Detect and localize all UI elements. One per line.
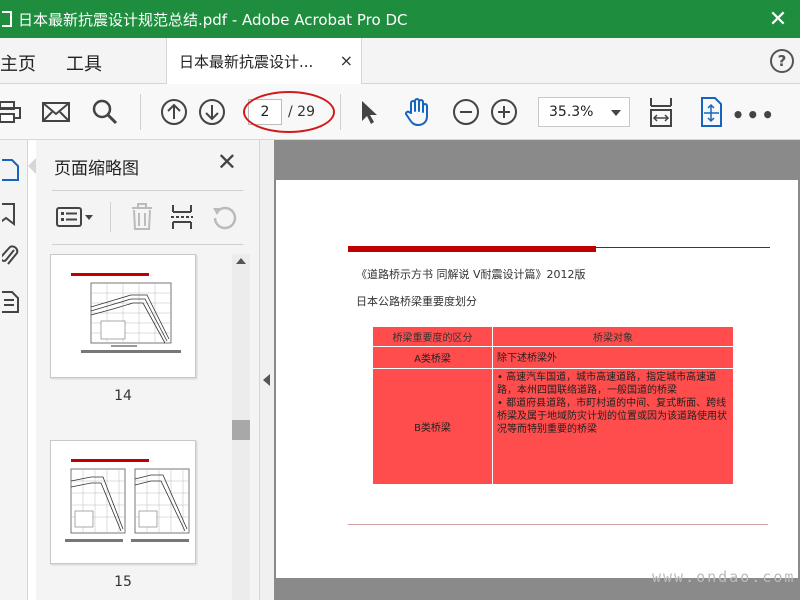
table-header-cell: 桥梁对象 <box>492 326 734 347</box>
zoom-in-icon[interactable] <box>488 96 520 128</box>
header-rule-thin <box>596 247 770 248</box>
toolbar-separator <box>140 94 141 130</box>
fit-screen-icon[interactable] <box>696 96 726 128</box>
tab-tools[interactable]: 工具 <box>66 50 102 76</box>
header-rule <box>348 246 596 252</box>
scroll-up-icon[interactable] <box>236 258 246 264</box>
page-thumbnail[interactable] <box>50 254 196 378</box>
thumbnail-scrollbar[interactable] <box>232 254 250 600</box>
divider <box>52 190 243 191</box>
window-title: 日本最新抗震设计规范总结.pdf - Adobe Acrobat Pro DC <box>18 10 408 29</box>
table-cell: A类桥梁 <box>372 346 493 369</box>
collapse-arrow-icon <box>263 374 270 386</box>
page-down-icon[interactable] <box>196 96 228 128</box>
page-navigator: / 29 <box>248 98 330 126</box>
toolbar-separator <box>110 202 111 232</box>
page-thumbnail[interactable] <box>50 440 196 564</box>
email-icon[interactable] <box>40 96 72 128</box>
importance-table: 桥梁重要度的区分 桥梁对象 A类桥梁 除下述桥梁外 B类桥梁 • 高速汽车国道，… <box>372 326 734 485</box>
help-icon[interactable]: ? <box>770 49 794 73</box>
title-bar: 日本最新抗震设计规范总结.pdf - Adobe Acrobat Pro DC … <box>0 0 800 38</box>
tab-home[interactable]: 主页 <box>0 50 36 76</box>
bookmark-icon[interactable] <box>0 202 20 226</box>
rotate-icon[interactable] <box>210 200 238 234</box>
table-row: B类桥梁 • 高速汽车国道，城市高速道路，指定城市高速道路，本州四国联络道路，一… <box>372 368 734 485</box>
panel-pointer <box>28 158 36 174</box>
fit-page-icon[interactable] <box>646 96 676 128</box>
scrollbar-handle[interactable] <box>232 420 250 440</box>
panel-collapse-handle[interactable] <box>260 140 274 600</box>
page-number-input[interactable] <box>248 99 282 125</box>
table-header-cell: 桥梁重要度的区分 <box>372 326 493 347</box>
panel-title: 页面缩略图 <box>54 159 139 179</box>
footer-rule <box>348 524 768 525</box>
thumbnail-panel: 页面缩略图 ✕ 14 15 <box>36 140 260 600</box>
close-tab-icon[interactable]: × <box>340 51 353 70</box>
toolbar: / 29 35.3% ••• <box>0 84 800 140</box>
list-item: • 高速汽车国道，城市高速道路，指定城市高速道路，本州四国联络道路，一般国道的桥… <box>497 372 717 396</box>
table-cell: 除下述桥梁外 <box>492 346 734 369</box>
document-tab-label: 日本最新抗震设计... <box>179 52 314 71</box>
toolbar-separator <box>340 94 341 130</box>
close-icon[interactable]: ✕ <box>217 148 237 176</box>
chevron-down-icon <box>611 110 621 116</box>
print-icon[interactable] <box>0 96 22 128</box>
tab-document[interactable]: 日本最新抗震设计... × <box>166 38 362 84</box>
document-subtitle: 日本公路桥梁重要度划分 <box>356 295 477 308</box>
page-thumbnails-icon[interactable] <box>0 158 20 182</box>
divider <box>52 244 243 245</box>
pdf-page: 《道路桥示方书 同解说 V耐震设计篇》2012版 日本公路桥梁重要度划分 桥梁重… <box>276 180 798 578</box>
thumbnail-options-icon[interactable] <box>56 200 96 234</box>
page-up-icon[interactable] <box>158 96 190 128</box>
zoom-select[interactable]: 35.3% <box>538 97 630 127</box>
select-cursor-icon[interactable] <box>356 96 382 128</box>
thumbnail-label: 14 <box>114 388 132 404</box>
menu-bar: 主页 工具 日本最新抗震设计... × ? <box>0 38 800 84</box>
more-tools-icon[interactable]: ••• <box>732 103 776 127</box>
document-header: 《道路桥示方书 同解说 V耐震设计篇》2012版 <box>356 268 586 281</box>
zoom-out-icon[interactable] <box>450 96 482 128</box>
thumbnail-label: 15 <box>114 574 132 590</box>
zoom-value: 35.3% <box>549 104 594 120</box>
thumbnail-list: 14 15 <box>36 254 230 600</box>
left-rail <box>0 140 28 600</box>
hand-tool-icon[interactable] <box>400 96 434 128</box>
page-total: / 29 <box>288 104 315 120</box>
layers-icon[interactable] <box>0 290 20 314</box>
table-cell: • 高速汽车国道，城市高速道路，指定城市高速道路，本州四国联络道路，一般国道的桥… <box>492 368 734 485</box>
watermark: www.ondao.com <box>652 568 796 586</box>
app-icon <box>2 11 12 27</box>
search-icon[interactable] <box>90 96 120 128</box>
attachment-icon[interactable] <box>0 244 20 268</box>
list-item: • 都道府县道路，市町村道的中间、复式断面、跨线桥梁及属于地域防灾计划的位置或因… <box>497 398 727 435</box>
document-view[interactable]: 《道路桥示方书 同解说 V耐震设计篇》2012版 日本公路桥梁重要度划分 桥梁重… <box>274 140 800 600</box>
delete-icon[interactable] <box>128 200 156 234</box>
table-cell: B类桥梁 <box>372 368 493 485</box>
insert-page-icon[interactable] <box>168 200 196 234</box>
table-row: A类桥梁 除下述桥梁外 <box>372 346 734 369</box>
window-close-button[interactable]: ✕ <box>756 0 800 38</box>
table-header-row: 桥梁重要度的区分 桥梁对象 <box>372 326 734 347</box>
